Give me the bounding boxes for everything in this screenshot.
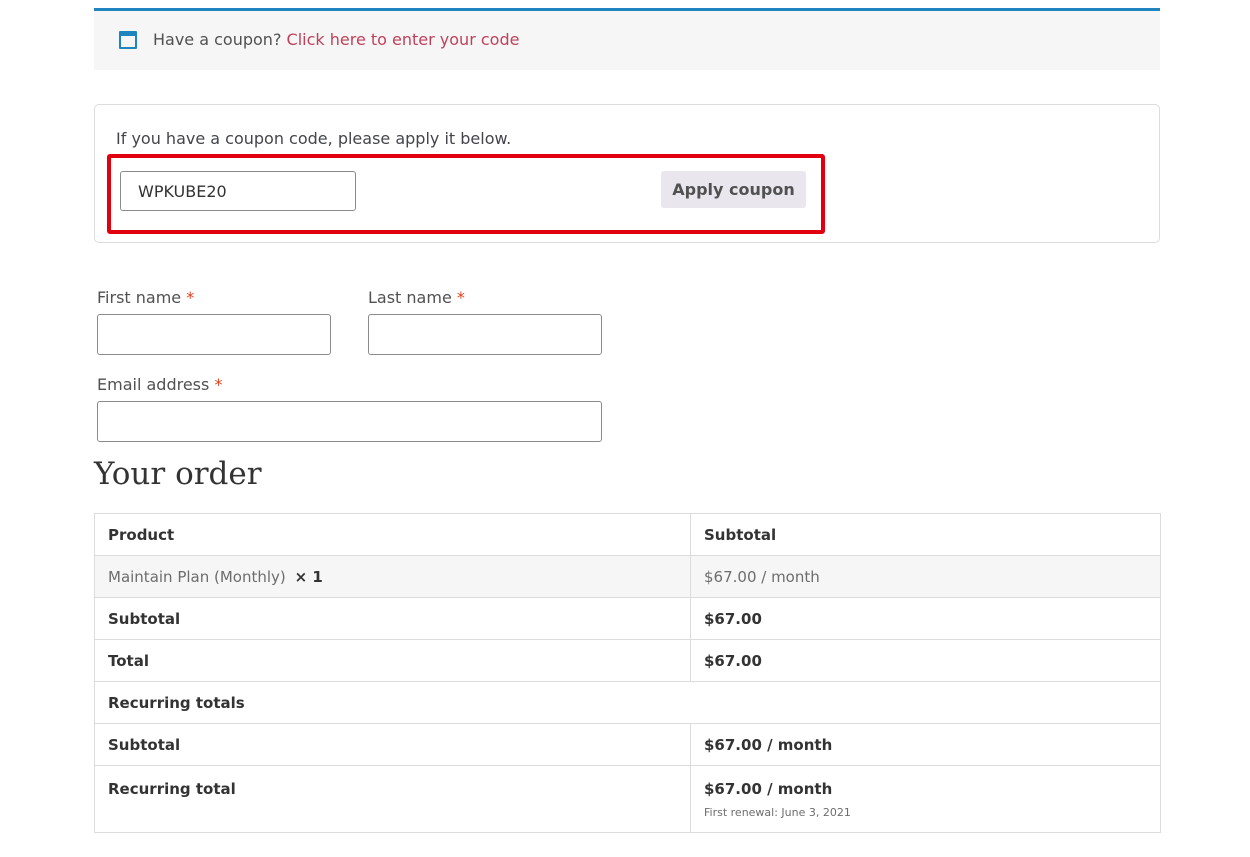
recurring-totals-heading: Recurring totals: [94, 681, 1161, 724]
required-mark: *: [214, 375, 223, 394]
recurring-subtotal-value: $67.00 / month: [690, 723, 1161, 766]
order-table: Product Subtotal Maintain Plan (Monthly)…: [94, 513, 1161, 833]
first-name-label: First name *: [97, 288, 194, 307]
subtotal-header: Subtotal: [690, 513, 1161, 556]
product-price: $67.00 / month: [690, 555, 1161, 598]
email-label-text: Email address: [97, 375, 210, 394]
product-name: Maintain Plan (Monthly): [108, 567, 286, 586]
total-label: Total: [94, 639, 691, 682]
coupon-code-input[interactable]: [120, 171, 356, 211]
table-row: Subtotal $67.00 / month: [94, 723, 1161, 766]
email-field[interactable]: [97, 401, 602, 442]
first-name-label-text: First name: [97, 288, 182, 307]
subtotal-label: Subtotal: [94, 597, 691, 640]
product-qty: × 1: [294, 567, 323, 586]
recurring-total-value: $67.00 / month: [704, 780, 833, 798]
coupon-intro-text: If you have a coupon code, please apply …: [116, 129, 512, 148]
order-heading: Your order: [94, 456, 262, 492]
enter-coupon-link[interactable]: Click here to enter your code: [287, 30, 520, 49]
subtotal-value: $67.00: [690, 597, 1161, 640]
last-name-field[interactable]: [368, 314, 602, 355]
table-row: Recurring total $67.00 / month First rene…: [94, 765, 1161, 833]
last-name-label: Last name *: [368, 288, 465, 307]
coupon-notice-prefix: Have a coupon?: [153, 30, 282, 49]
email-label: Email address *: [97, 375, 222, 394]
first-name-field[interactable]: [97, 314, 331, 355]
table-row: Total $67.00: [94, 639, 1161, 682]
table-row: Subtotal $67.00: [94, 597, 1161, 640]
product-header: Product: [94, 513, 691, 556]
window-icon: [119, 31, 137, 49]
apply-coupon-button[interactable]: Apply coupon: [661, 171, 806, 208]
table-header-row: Product Subtotal: [94, 513, 1161, 556]
last-name-label-text: Last name: [368, 288, 452, 307]
table-row: Recurring totals: [94, 681, 1161, 724]
coupon-notice-text: Have a coupon? Click here to enter your …: [153, 30, 519, 49]
recurring-total-label: Recurring total: [94, 765, 691, 833]
coupon-notice: Have a coupon? Click here to enter your …: [94, 8, 1160, 70]
recurring-total-cell: $67.00 / month First renewal: June 3, 202…: [690, 765, 1161, 833]
first-renewal-date: First renewal: June 3, 2021: [704, 806, 851, 819]
product-cell: Maintain Plan (Monthly) × 1: [94, 555, 691, 598]
table-row: Maintain Plan (Monthly) × 1 $67.00 / mon…: [94, 555, 1161, 598]
required-mark: *: [456, 288, 465, 307]
required-mark: *: [186, 288, 195, 307]
total-value: $67.00: [690, 639, 1161, 682]
recurring-subtotal-label: Subtotal: [94, 723, 691, 766]
